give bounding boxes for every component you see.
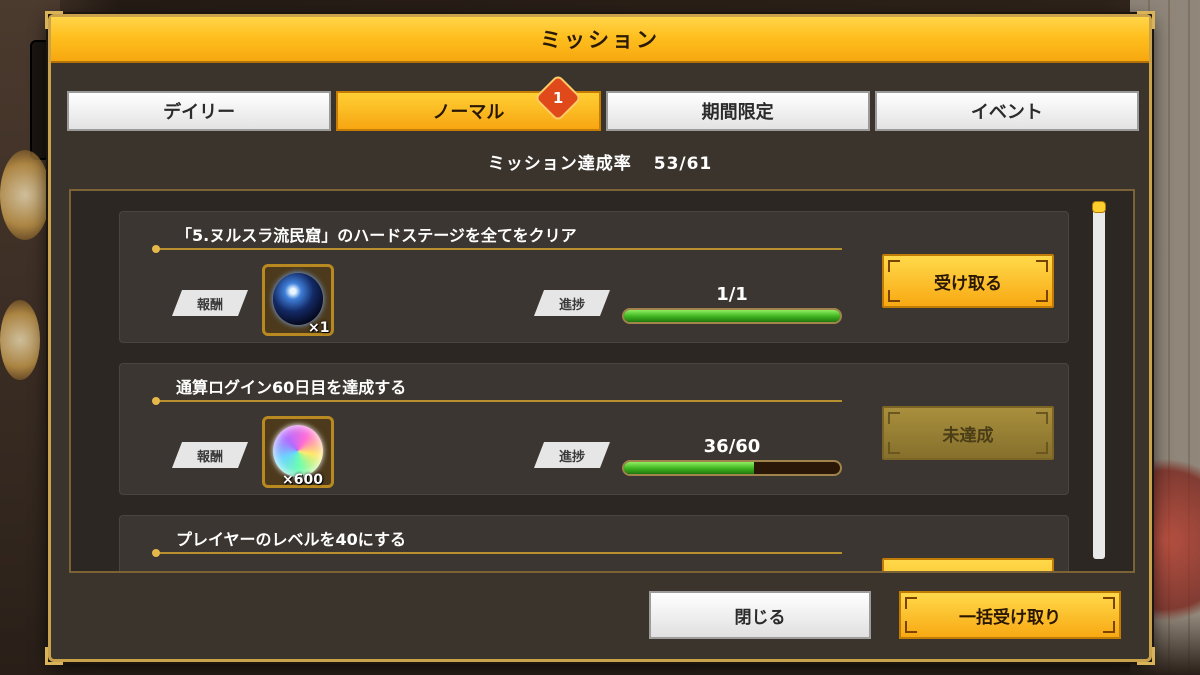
claim-button[interactable] — [882, 558, 1054, 571]
tab-limited-time[interactable]: 期間限定 — [605, 91, 870, 131]
badge-count: 1 — [553, 89, 564, 107]
reward-label-tag: 報酬 — [172, 290, 248, 316]
reward-quantity: ×600 — [282, 472, 323, 488]
mission-item: 「5.ヌルスラ流民窟」のハードステージを全てをクリア 報酬 ×1 進捗 1/1 … — [119, 211, 1069, 343]
claim-all-button-label: 一括受け取り — [959, 607, 1061, 628]
claim-button-label: 受け取る — [934, 273, 1002, 294]
completion-rate: ミッション達成率 53/61 — [51, 149, 1149, 174]
dialog-header: ミッション — [51, 17, 1149, 63]
progress-label-tag: 進捗 — [534, 290, 610, 316]
tab-daily[interactable]: デイリー — [67, 91, 332, 131]
claim-button[interactable]: 受け取る — [882, 254, 1054, 308]
progress-text: 36/60 — [703, 436, 761, 457]
notification-badge: 1 — [534, 73, 583, 123]
scrollbar-thumb[interactable] — [1092, 201, 1106, 213]
incomplete-button-label: 未達成 — [942, 425, 994, 446]
title-underline — [152, 397, 842, 405]
frame-corner-ornament — [45, 647, 63, 665]
reward-quantity: ×1 — [308, 320, 330, 336]
tab-normal[interactable]: ノーマル 1 — [336, 73, 601, 131]
close-button-label: 閉じる — [734, 607, 786, 628]
title-underline — [152, 245, 842, 253]
tab-label: 期間限定 — [701, 102, 774, 123]
frame-corner-ornament — [1137, 647, 1155, 665]
progress-bar — [622, 308, 842, 324]
tab-label: デイリー — [163, 102, 236, 123]
mission-tabs: デイリー ノーマル 1 期間限定 イベント — [67, 73, 1139, 131]
mission-title: 「5.ヌルスラ流民窟」のハードステージを全てをクリア — [176, 226, 577, 245]
close-button[interactable]: 閉じる — [649, 591, 871, 639]
progress-bar — [622, 460, 842, 476]
title-underline — [152, 549, 842, 557]
completion-rate-value: 53/61 — [653, 154, 713, 174]
mission-item: プレイヤーのレベルを40にする — [119, 515, 1069, 571]
tab-label: ノーマル — [432, 102, 505, 123]
reward-label-tag: 報酬 — [172, 442, 248, 468]
mission-title: プレイヤーのレベルを40にする — [176, 530, 406, 549]
background-lantern — [0, 300, 40, 380]
mission-list[interactable]: 「5.ヌルスラ流民窟」のハードステージを全てをクリア 報酬 ×1 進捗 1/1 … — [69, 189, 1135, 573]
progress-bar-fill — [624, 462, 754, 474]
background-decoration — [30, 40, 50, 160]
claim-all-button[interactable]: 一括受け取り — [899, 591, 1121, 639]
mission-item: 通算ログイン60日目を達成する 報酬 ×600 進捗 36/60 未達成 — [119, 363, 1069, 495]
dialog-title: ミッション — [540, 28, 660, 52]
mission-title: 通算ログイン60日目を達成する — [176, 378, 407, 397]
tab-label: イベント — [970, 102, 1043, 123]
scrollbar[interactable] — [1092, 201, 1106, 559]
background-lantern — [0, 150, 50, 240]
incomplete-button[interactable]: 未達成 — [882, 406, 1054, 460]
mission-dialog: ミッション デイリー ノーマル 1 期間限定 イベント ミッション達成率 53/6… — [45, 11, 1155, 665]
progress-bar-fill — [624, 310, 840, 322]
progress-text: 1/1 — [716, 284, 748, 305]
completion-rate-label: ミッション達成率 — [487, 154, 632, 174]
tab-event[interactable]: イベント — [874, 91, 1139, 131]
progress-label-tag: 進捗 — [534, 442, 610, 468]
